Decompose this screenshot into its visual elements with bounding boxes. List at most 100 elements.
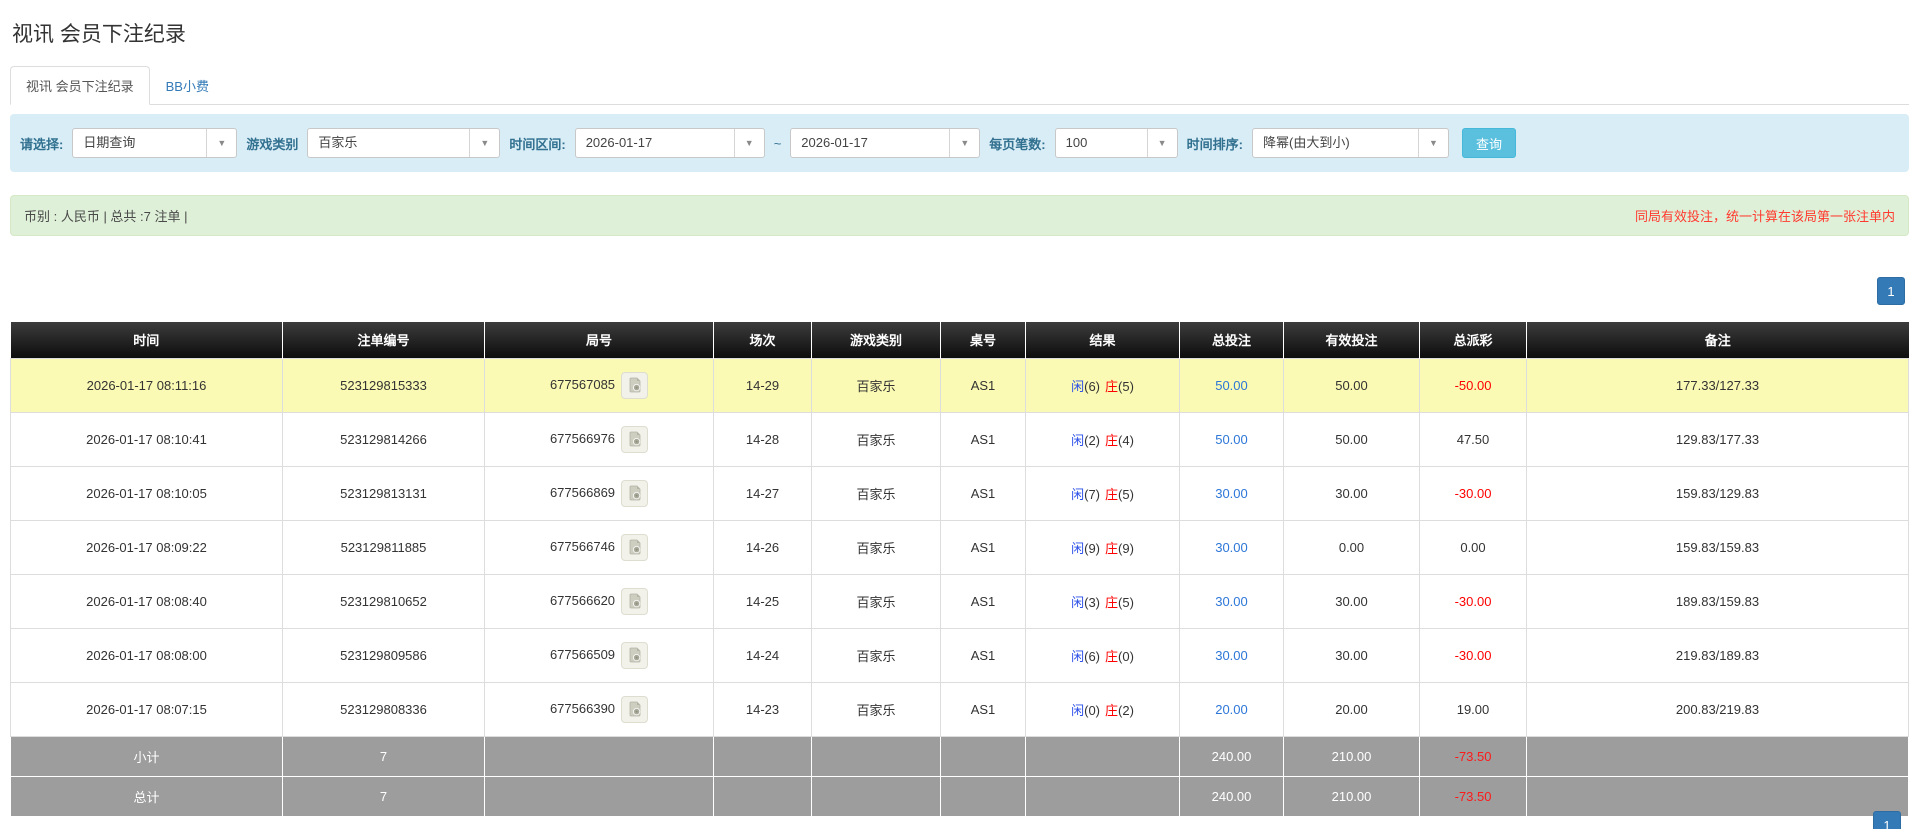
- cell-bet-id: 523129813131: [282, 465, 485, 521]
- subtotal-row: 小计 7 240.00 210.00 -73.50: [10, 735, 1909, 777]
- cell-total-bet: 50.00: [1179, 411, 1284, 467]
- result-banker-label: 庄: [1105, 648, 1119, 664]
- col-header-session: 场次: [713, 322, 812, 358]
- video-replay-button[interactable]: [621, 425, 649, 453]
- cell-valid-bet: 0.00: [1283, 519, 1420, 575]
- video-replay-icon: [629, 647, 640, 663]
- col-header-bet-id: 注单编号: [282, 322, 485, 358]
- cell-round-id: 677566509: [484, 627, 714, 683]
- total-bet-link[interactable]: 30.00: [1215, 594, 1248, 609]
- cell-result: 闲(3) 庄(5): [1025, 573, 1180, 629]
- time-sort-value: 降幂(由大到小): [1262, 135, 1350, 150]
- time-sort-label: 时间排序:: [1186, 136, 1243, 152]
- cell-payout: -30.00: [1419, 573, 1527, 629]
- search-button[interactable]: 查询: [1461, 128, 1516, 158]
- total-valid-bet: 210.00: [1283, 775, 1420, 817]
- cell-note: 219.83/189.83: [1526, 627, 1909, 683]
- video-replay-icon: [629, 485, 640, 501]
- game-type-label: 游戏类别: [246, 136, 299, 152]
- result-banker-label: 庄: [1105, 486, 1119, 502]
- page-number-button[interactable]: 1: [1877, 277, 1905, 305]
- date-from-select[interactable]: 2026-01-17 ▼: [574, 128, 765, 158]
- bet-records-table: 时间 注单编号 局号 场次 游戏类别 桌号 结果 总投注 有效投注 总派彩 备注…: [10, 322, 1909, 817]
- game-type-value: 百家乐: [318, 135, 358, 150]
- cell-game-type: 百家乐: [811, 357, 941, 413]
- cell-note: 159.83/159.83: [1526, 519, 1909, 575]
- cell-bet-id: 523129809586: [282, 627, 485, 683]
- cell-payout: -50.00: [1419, 357, 1527, 413]
- cell-session: 14-27: [713, 465, 812, 521]
- cell-table-no: AS1: [940, 465, 1026, 521]
- cell-result: 闲(6) 庄(0): [1025, 627, 1180, 683]
- result-player-value: (6): [1084, 648, 1100, 664]
- tab-video-bet-records[interactable]: 视讯 会员下注纪录: [10, 66, 150, 105]
- result-banker-label: 庄: [1105, 432, 1119, 448]
- cell-payout: 47.50: [1419, 411, 1527, 467]
- result-player-value: (7): [1084, 486, 1100, 502]
- cell-round-id: 677566746: [484, 519, 714, 575]
- chevron-down-icon: ▼: [949, 129, 979, 157]
- total-bet-link[interactable]: 50.00: [1215, 432, 1248, 447]
- round-id-text: 677566746: [549, 538, 616, 554]
- cell-note: 177.33/127.33: [1526, 357, 1909, 413]
- total-bet-link[interactable]: 30.00: [1215, 486, 1248, 501]
- result-banker-label: 庄: [1105, 540, 1119, 556]
- tab-bb-tips[interactable]: BB小费: [150, 66, 225, 105]
- cell-total-bet: 50.00: [1179, 357, 1284, 413]
- subtotal-valid-bet: 210.00: [1283, 735, 1420, 777]
- page-size-value: 100: [1065, 135, 1088, 150]
- cell-note: 129.83/177.33: [1526, 411, 1909, 467]
- time-sort-select[interactable]: 降幂(由大到小) ▼: [1251, 128, 1449, 158]
- tab-bar: 视讯 会员下注纪录 BB小费: [10, 66, 1909, 105]
- cell-session: 14-28: [713, 411, 812, 467]
- total-bet-link[interactable]: 50.00: [1215, 378, 1248, 393]
- cell-table-no: AS1: [940, 681, 1026, 737]
- subtotal-total-bet: 240.00: [1179, 735, 1284, 777]
- video-replay-button[interactable]: [621, 641, 649, 669]
- video-replay-icon: [629, 431, 640, 447]
- video-replay-button[interactable]: [621, 479, 649, 507]
- cell-valid-bet: 20.00: [1283, 681, 1420, 737]
- cell-game-type: 百家乐: [811, 573, 941, 629]
- cell-time: 2026-01-17 08:09:22: [10, 519, 283, 575]
- result-player-value: (2): [1084, 432, 1100, 448]
- video-replay-icon: [629, 377, 640, 393]
- round-id-text: 677566390: [549, 700, 616, 716]
- video-replay-button[interactable]: [621, 587, 649, 615]
- total-payout: -73.50: [1419, 775, 1527, 817]
- cell-game-type: 百家乐: [811, 465, 941, 521]
- video-replay-button[interactable]: [621, 695, 649, 723]
- cell-total-bet: 30.00: [1179, 519, 1284, 575]
- chevron-down-icon: ▼: [206, 129, 236, 157]
- round-id-text: 677566509: [549, 646, 616, 662]
- date-to-select[interactable]: 2026-01-17 ▼: [790, 128, 981, 158]
- video-replay-button[interactable]: [621, 533, 649, 561]
- table-row: 2026-01-17 08:10:41 523129814266 6775669…: [10, 411, 1909, 467]
- video-replay-button[interactable]: [621, 371, 649, 399]
- cell-time: 2026-01-17 08:11:16: [10, 357, 283, 413]
- total-bet-link[interactable]: 20.00: [1215, 702, 1248, 717]
- cell-time: 2026-01-17 08:10:41: [10, 411, 283, 467]
- total-label: 总计: [10, 775, 283, 817]
- result-player-label: 闲: [1071, 594, 1085, 610]
- date-range-separator: ~: [773, 135, 782, 151]
- game-type-select[interactable]: 百家乐 ▼: [307, 128, 501, 158]
- query-mode-select[interactable]: 日期查询 ▼: [72, 128, 238, 158]
- total-bet-link[interactable]: 30.00: [1215, 648, 1248, 663]
- page: 视讯 会员下注纪录 视讯 会员下注纪录 BB小费 请选择: 日期查询 ▼ 游戏类…: [0, 0, 1919, 829]
- table-row: 2026-01-17 08:08:40 523129810652 6775666…: [10, 573, 1909, 629]
- total-bet-link[interactable]: 30.00: [1215, 540, 1248, 555]
- cell-table-no: AS1: [940, 627, 1026, 683]
- cell-payout: 0.00: [1419, 519, 1527, 575]
- cell-session: 14-25: [713, 573, 812, 629]
- cell-valid-bet: 50.00: [1283, 411, 1420, 467]
- page-number-button[interactable]: 1: [1873, 811, 1901, 829]
- round-id-text: 677566620: [549, 592, 616, 608]
- round-id-text: 677566976: [549, 430, 616, 446]
- page-size-select[interactable]: 100 ▼: [1054, 128, 1178, 158]
- cell-session: 14-29: [713, 357, 812, 413]
- cell-round-id: 677567085: [484, 357, 714, 413]
- cell-note: 159.83/129.83: [1526, 465, 1909, 521]
- video-replay-icon: [629, 539, 640, 555]
- cell-valid-bet: 30.00: [1283, 573, 1420, 629]
